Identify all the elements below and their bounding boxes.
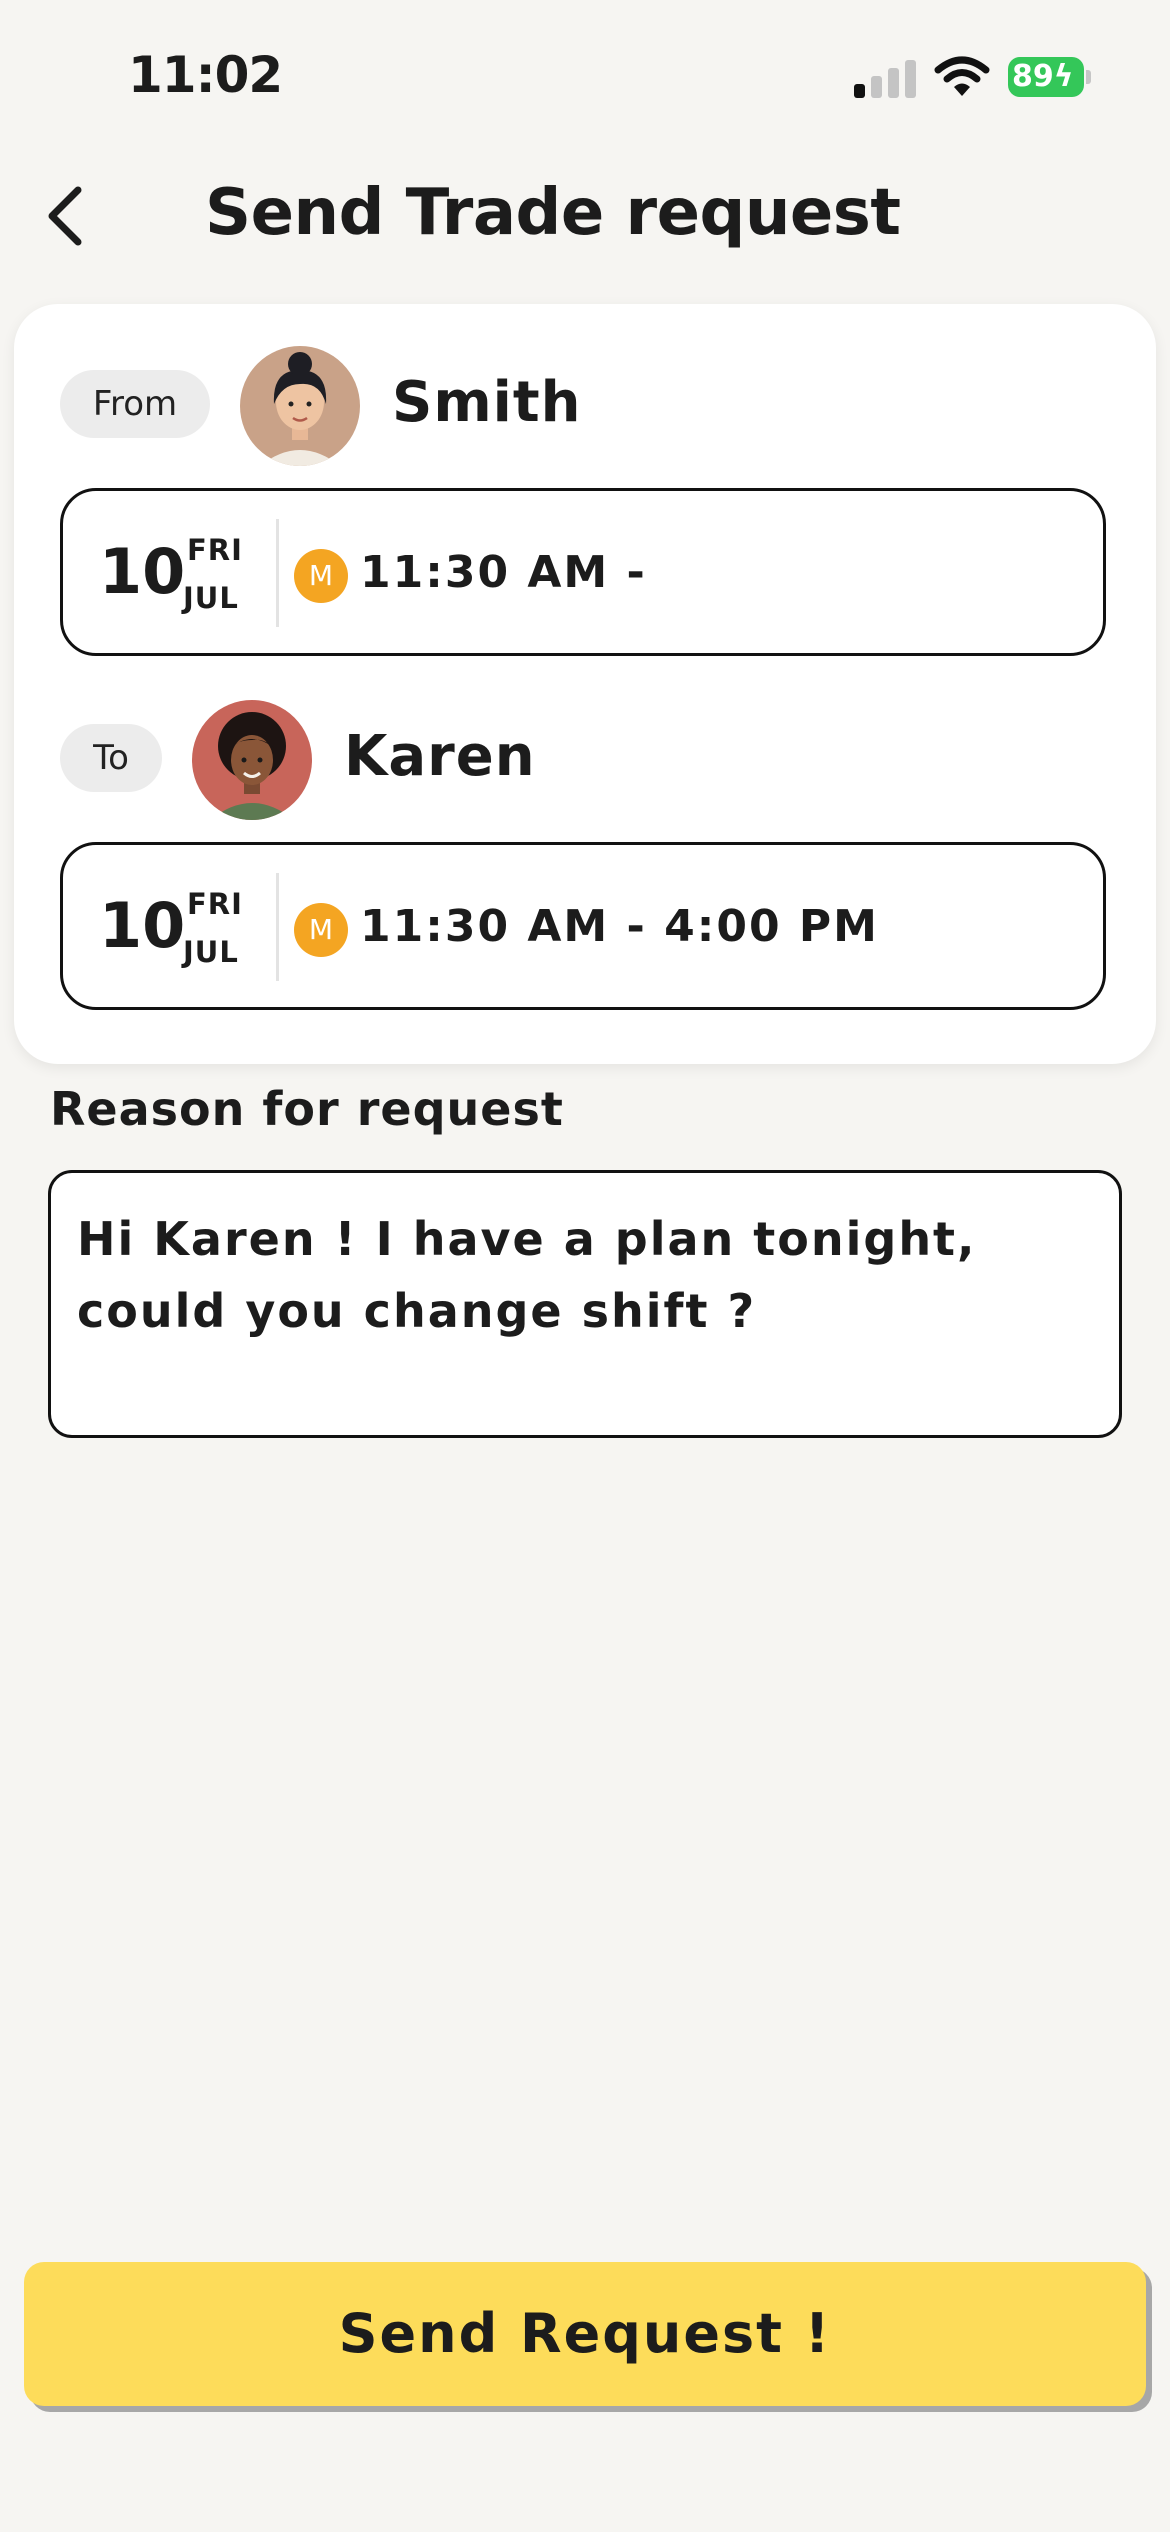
status-time: 11:02 (128, 46, 283, 104)
battery-charging-icon: 89ϟ (1008, 57, 1084, 97)
to-shift-card[interactable]: 10 FRI JUL M 11:30 AM - 4:00 PM (60, 842, 1106, 1010)
avatar-smith (240, 346, 360, 466)
charging-bolt-icon: ϟ (1053, 59, 1074, 94)
from-name: Smith (392, 370, 582, 435)
trade-card: From Smith 10 FRI JUL M 11:30 AM - To Ka… (14, 304, 1156, 1064)
battery-cap (1086, 70, 1091, 84)
status-bar: 11:02 89ϟ (0, 0, 1170, 150)
shift-time: 11:30 AM - 4:00 PM (360, 901, 879, 952)
shift-weekday: FRI (187, 887, 243, 921)
shift-weekday: FRI (187, 533, 243, 567)
shift-divider (276, 873, 279, 981)
shift-month: JUL (183, 935, 239, 969)
back-button[interactable] (36, 176, 96, 256)
shift-divider (276, 519, 279, 627)
avatar-karen (192, 700, 312, 820)
wifi-icon (934, 56, 990, 96)
from-shift-card[interactable]: 10 FRI JUL M 11:30 AM - (60, 488, 1106, 656)
shift-time: 11:30 AM - (360, 547, 647, 598)
shift-day: 10 (99, 535, 186, 608)
battery-level: 89 (1012, 59, 1054, 94)
shift-day: 10 (99, 889, 186, 962)
from-pill: From (60, 370, 210, 438)
shift-type-badge: M (294, 549, 348, 603)
to-pill: To (60, 724, 162, 792)
page-title: Send Trade request (205, 176, 901, 250)
send-request-button[interactable]: Send Request ! (24, 2262, 1146, 2406)
reason-textarea[interactable]: Hi Karen ! I have a plan tonight, could … (48, 1170, 1122, 1438)
shift-type-badge: M (294, 903, 348, 957)
cellular-signal-icon (854, 58, 918, 98)
reason-label: Reason for request (50, 1082, 564, 1136)
to-name: Karen (344, 724, 536, 789)
shift-month: JUL (183, 581, 239, 615)
